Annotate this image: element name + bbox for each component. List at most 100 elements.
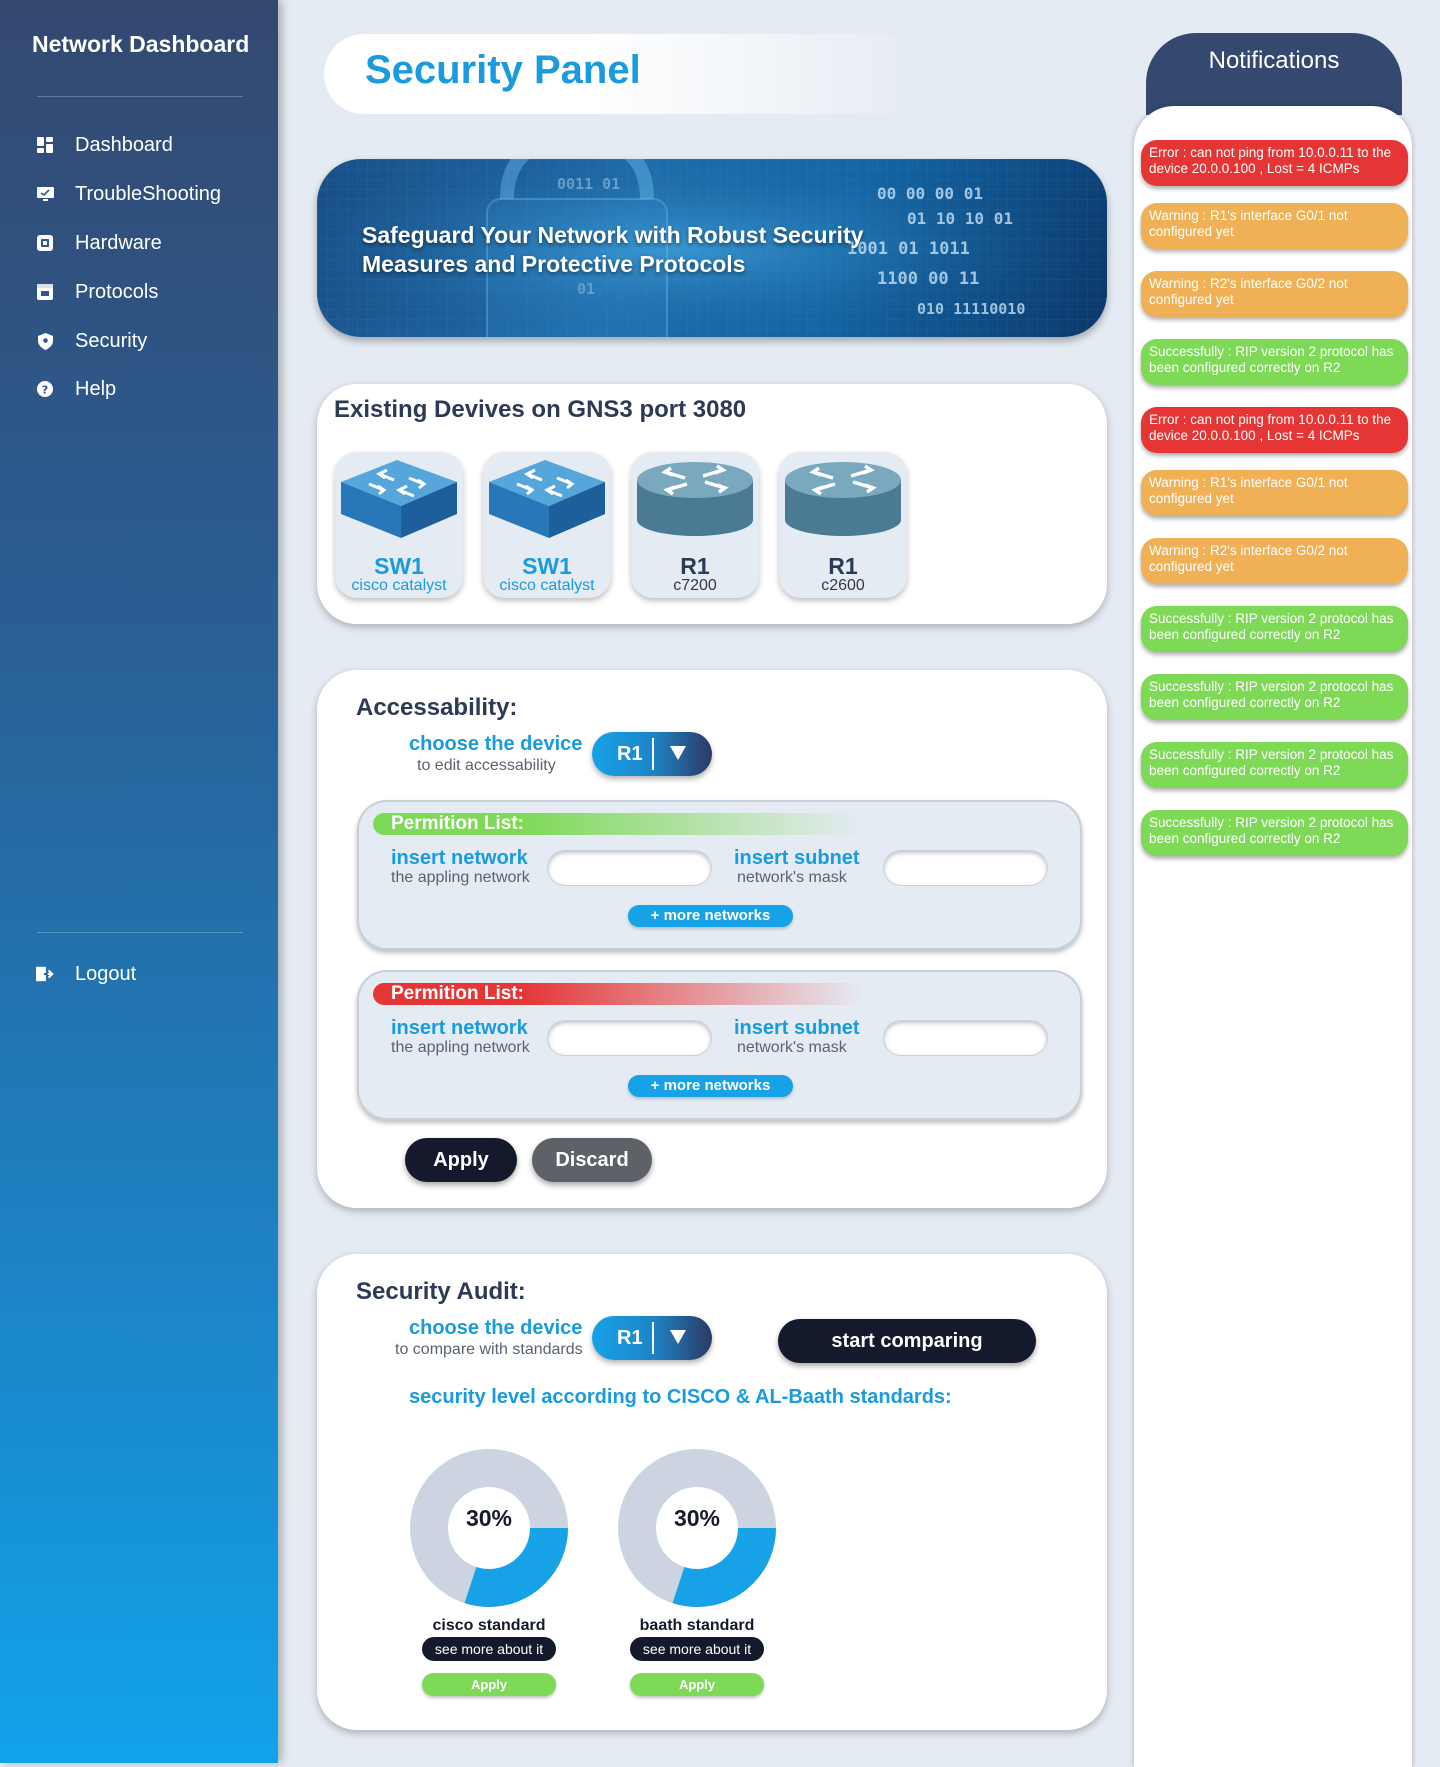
shield-icon xyxy=(36,332,54,350)
insert-subnet-label: insert subnet xyxy=(734,847,860,869)
hero-banner: 00 00 00 01 01 10 10 01 1001 01 1011 110… xyxy=(317,159,1107,337)
notification-item[interactable]: Successfully : RIP version 2 protocol ha… xyxy=(1141,674,1408,720)
network-input[interactable] xyxy=(547,1020,712,1056)
svg-text:010 11110010: 010 11110010 xyxy=(917,300,1025,318)
page-title: Security Panel xyxy=(365,48,641,92)
more-networks-button[interactable]: + more networks xyxy=(628,1075,793,1097)
audit-title: Security Audit: xyxy=(356,1278,526,1305)
sidebar-item-help[interactable]: ? Help xyxy=(36,374,116,404)
gauge-apply-button[interactable]: Apply xyxy=(422,1673,556,1696)
device-dropdown[interactable]: R1 xyxy=(592,732,712,776)
monitor-icon xyxy=(36,185,54,203)
notification-item[interactable]: Successfully : RIP version 2 protocol ha… xyxy=(1141,810,1408,856)
insert-subnet-sub: network's mask xyxy=(737,1039,847,1056)
banner-text: Safeguard Your Network with Robust Secur… xyxy=(362,222,864,277)
sidebar-item-label: TroubleShooting xyxy=(75,182,222,205)
permission-list-header: Permition List: xyxy=(373,813,863,835)
see-more-button[interactable]: see more about it xyxy=(630,1637,764,1661)
sidebar-item-label: Security xyxy=(75,329,148,352)
device-card[interactable]: R1 c7200 xyxy=(631,452,759,598)
logout-icon xyxy=(36,965,54,983)
more-networks-button[interactable]: + more networks xyxy=(628,905,793,927)
device-card[interactable]: SW1 cisco catalyst xyxy=(335,452,463,598)
accessability-card: Accessability: choose the device to edit… xyxy=(317,670,1107,1208)
notification-item[interactable]: Successfully : RIP version 2 protocol ha… xyxy=(1141,606,1408,652)
choose-device-sub: to edit accessability xyxy=(417,757,556,774)
device-card[interactable]: R1 c2600 xyxy=(779,452,907,598)
notification-item[interactable]: Error : can not ping from 10.0.0.11 to t… xyxy=(1141,407,1408,453)
dropdown-separator xyxy=(652,738,654,770)
gauge-percent: 30% xyxy=(465,1505,513,1531)
notification-item[interactable]: Warning : R1's interface G0/1 not config… xyxy=(1141,203,1408,249)
notification-item[interactable]: Warning : R1's interface G0/1 not config… xyxy=(1141,470,1408,516)
sidebar-item-label: Hardware xyxy=(75,231,162,254)
gauge-percent: 30% xyxy=(673,1505,721,1531)
svg-text:01: 01 xyxy=(577,280,595,298)
start-comparing-button[interactable]: start comparing xyxy=(778,1319,1036,1363)
switch-icon xyxy=(489,460,605,538)
page-title-container: Security Panel xyxy=(324,34,924,114)
logout-button[interactable]: Logout xyxy=(36,959,136,989)
devices-card: Existing Devives on GNS3 port 3080 SW1 c… xyxy=(317,384,1107,624)
notification-item[interactable]: Warning : R2's interface G0/2 not config… xyxy=(1141,271,1408,317)
svg-text:01 10 10 01: 01 10 10 01 xyxy=(907,209,1013,228)
chip-icon xyxy=(36,234,54,252)
notification-item[interactable]: Successfully : RIP version 2 protocol ha… xyxy=(1141,339,1408,385)
sidebar-item-label: Help xyxy=(75,377,117,400)
insert-network-label: insert network xyxy=(391,1017,528,1039)
insert-subnet-sub: network's mask xyxy=(737,869,847,886)
notifications-title: Notifications xyxy=(1208,47,1340,74)
see-more-button[interactable]: see more about it xyxy=(422,1637,556,1661)
gauge-label: baath standard xyxy=(639,1617,755,1634)
switch-icon xyxy=(341,460,457,538)
choose-device-label: choose the device xyxy=(409,1317,583,1339)
insert-network-sub: the appling network xyxy=(391,1039,530,1056)
svg-text:0011 01: 0011 01 xyxy=(557,175,620,193)
sidebar-item-label: Protocols xyxy=(75,280,159,303)
sidebar-divider xyxy=(37,932,243,933)
notification-item[interactable]: Warning : R2's interface G0/2 not config… xyxy=(1141,538,1408,584)
apply-button[interactable]: Apply xyxy=(405,1138,517,1182)
permission-list-allow: Permition List: insert network the appli… xyxy=(357,800,1082,950)
help-icon: ? xyxy=(36,380,54,398)
notification-item[interactable]: Error : can not ping from 10.0.0.11 to t… xyxy=(1141,140,1408,186)
insert-network-sub: the appling network xyxy=(391,869,530,886)
dropdown-value: R1 xyxy=(617,1327,643,1349)
discard-button[interactable]: Discard xyxy=(532,1138,652,1182)
chevron-down-icon xyxy=(670,1330,686,1344)
notification-item[interactable]: Successfully : RIP version 2 protocol ha… xyxy=(1141,742,1408,788)
svg-text:?: ? xyxy=(42,384,48,397)
insert-network-label: insert network xyxy=(391,847,528,869)
subnet-input[interactable] xyxy=(883,1020,1048,1056)
sidebar-item-hardware[interactable]: Hardware xyxy=(36,228,162,258)
choose-device-label: choose the device xyxy=(409,733,583,755)
network-input[interactable] xyxy=(547,850,712,886)
devices-title: Existing Devives on GNS3 port 3080 xyxy=(334,396,747,423)
protocol-icon xyxy=(36,283,54,301)
permission-list-deny: Permition List: insert network the appli… xyxy=(357,970,1082,1120)
sidebar-divider xyxy=(37,96,243,97)
device-model: c2600 xyxy=(821,577,865,594)
sidebar: Network Dashboard Dashboard TroubleShoot… xyxy=(0,0,278,1763)
dropdown-value: R1 xyxy=(617,743,643,765)
sidebar-item-security[interactable]: Security xyxy=(36,326,147,356)
choose-device-sub: to compare with standards xyxy=(395,1341,583,1358)
dropdown-separator xyxy=(652,1322,654,1354)
sidebar-item-dashboard[interactable]: Dashboard xyxy=(36,130,173,160)
dashboard-icon xyxy=(36,136,54,154)
chevron-down-icon xyxy=(670,746,686,760)
audit-device-dropdown[interactable]: R1 xyxy=(592,1316,712,1360)
gauge-apply-button[interactable]: Apply xyxy=(630,1673,764,1696)
brand-title: Network Dashboard xyxy=(32,31,250,57)
insert-subnet-label: insert subnet xyxy=(734,1017,860,1039)
accessability-title: Accessability: xyxy=(356,694,518,721)
subnet-input[interactable] xyxy=(883,850,1048,886)
sidebar-item-protocols[interactable]: Protocols xyxy=(36,277,158,307)
device-model: cisco catalyst xyxy=(499,577,595,594)
sidebar-item-troubleshooting[interactable]: TroubleShooting xyxy=(36,179,221,209)
svg-text:00 00 00 01: 00 00 00 01 xyxy=(877,184,983,203)
router-icon xyxy=(785,462,901,536)
device-card[interactable]: SW1 cisco catalyst xyxy=(483,452,611,598)
security-audit-card: Security Audit: choose the device to com… xyxy=(317,1254,1107,1730)
gauge-label: cisco standard xyxy=(432,1617,546,1634)
